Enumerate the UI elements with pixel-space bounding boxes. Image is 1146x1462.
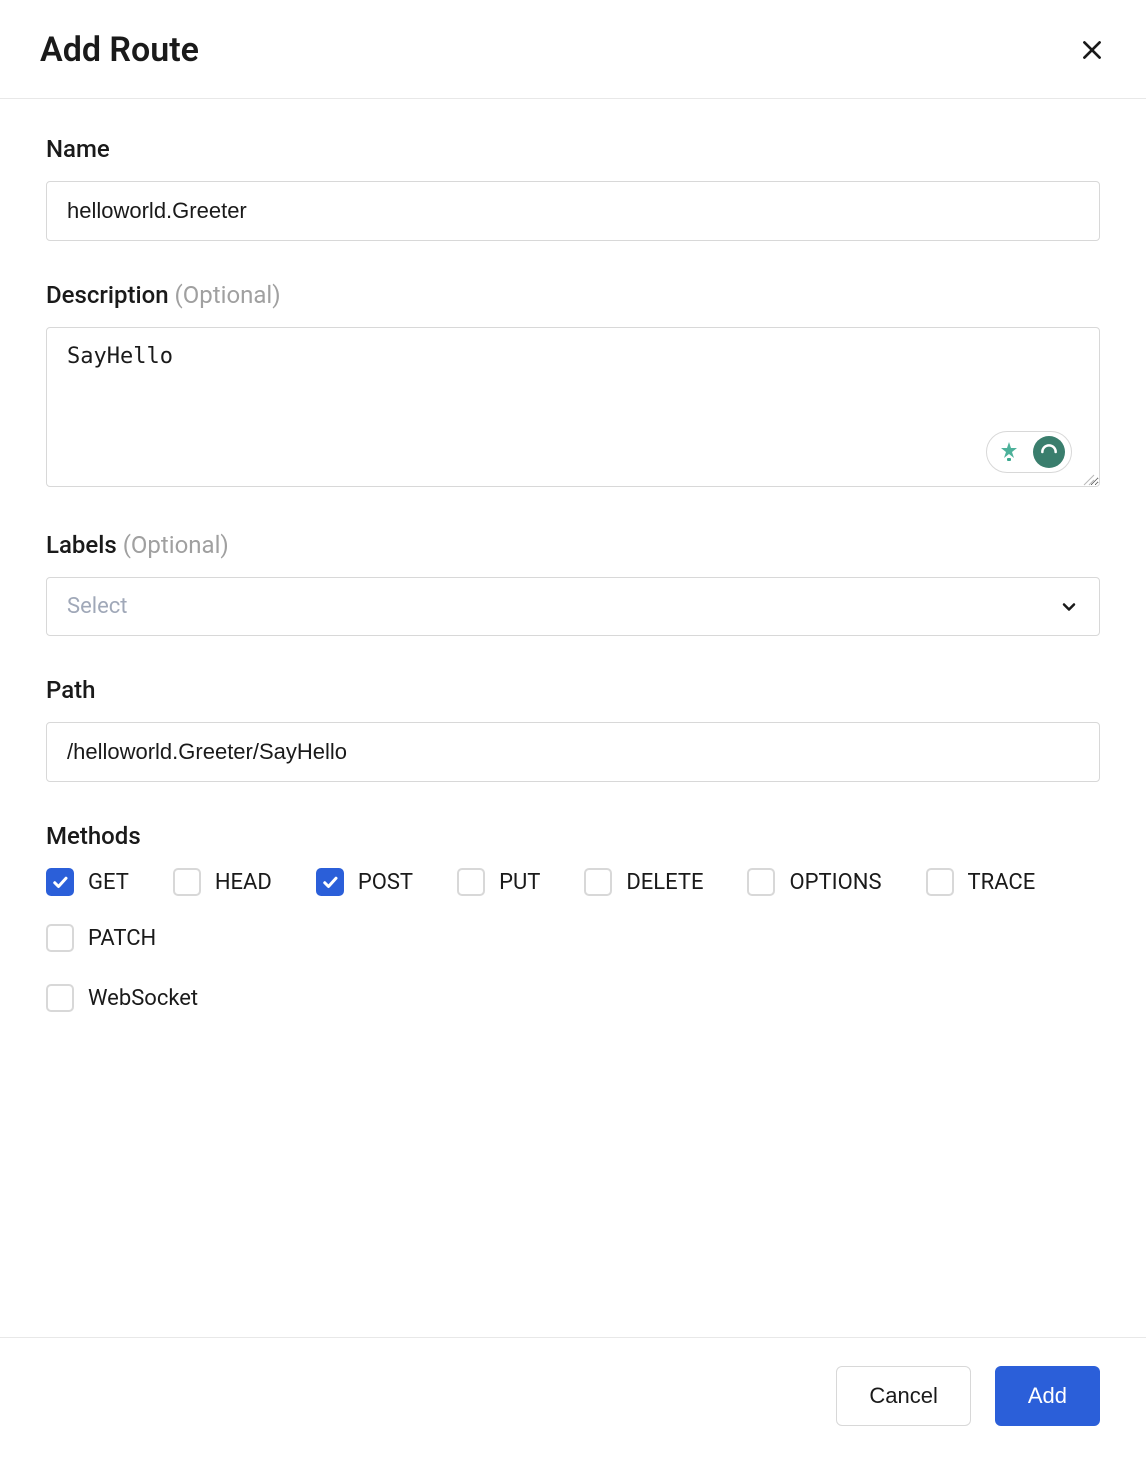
name-label: Name bbox=[46, 135, 1100, 163]
spinner-icon bbox=[1039, 442, 1059, 462]
methods-label: Methods bbox=[46, 822, 1100, 850]
labels-select-placeholder: Select bbox=[67, 594, 127, 619]
dialog-title: Add Route bbox=[40, 30, 199, 70]
chevron-down-icon bbox=[1059, 597, 1079, 617]
method-put-label: PUT bbox=[499, 870, 540, 895]
method-delete-checkbox-item[interactable]: DELETE bbox=[584, 868, 703, 896]
method-put-checkbox-item[interactable]: PUT bbox=[457, 868, 540, 896]
method-delete-label: DELETE bbox=[626, 870, 703, 895]
websocket-checkbox-label: WebSocket bbox=[88, 986, 198, 1011]
method-get-checkbox bbox=[46, 868, 74, 896]
labels-label: Labels (Optional) bbox=[46, 531, 1100, 559]
method-options-checkbox-item[interactable]: OPTIONS bbox=[747, 868, 881, 896]
assist-button[interactable] bbox=[1033, 436, 1065, 468]
lightbulb-icon bbox=[997, 440, 1021, 464]
hint-button[interactable] bbox=[993, 436, 1025, 468]
dialog-footer: Cancel Add bbox=[0, 1337, 1146, 1462]
labels-label-text: Labels bbox=[46, 531, 117, 559]
description-label: Description (Optional) bbox=[46, 281, 1100, 309]
dialog-header: Add Route bbox=[0, 0, 1146, 99]
description-field: Description (Optional) bbox=[46, 281, 1100, 491]
method-options-checkbox bbox=[747, 868, 775, 896]
labels-optional-tag: (Optional) bbox=[123, 531, 229, 559]
method-get-label: GET bbox=[88, 870, 129, 895]
description-textarea-wrapper bbox=[46, 327, 1100, 491]
description-label-text: Description bbox=[46, 281, 169, 309]
path-input[interactable] bbox=[46, 722, 1100, 782]
method-options-label: OPTIONS bbox=[789, 870, 881, 895]
method-trace-checkbox-item[interactable]: TRACE bbox=[926, 868, 1036, 896]
labels-field: Labels (Optional) Select bbox=[46, 531, 1100, 636]
cancel-button[interactable]: Cancel bbox=[836, 1366, 970, 1426]
labels-select[interactable]: Select bbox=[46, 577, 1100, 636]
method-delete-checkbox bbox=[584, 868, 612, 896]
method-put-checkbox bbox=[457, 868, 485, 896]
method-patch-checkbox bbox=[46, 924, 74, 952]
textarea-tools-pill bbox=[986, 431, 1072, 473]
methods-row: GET HEAD POST PUT DELETE OPTIONS TRACE PATCH bbox=[46, 868, 1100, 952]
method-trace-checkbox bbox=[926, 868, 954, 896]
name-input[interactable] bbox=[46, 181, 1100, 241]
method-post-checkbox bbox=[316, 868, 344, 896]
description-optional-tag: (Optional) bbox=[175, 281, 281, 309]
add-button[interactable]: Add bbox=[995, 1366, 1100, 1426]
description-textarea[interactable] bbox=[46, 327, 1100, 487]
method-head-label: HEAD bbox=[215, 870, 272, 895]
add-route-dialog: Add Route Name Description (Optional) bbox=[0, 0, 1146, 1462]
websocket-checkbox-item[interactable]: WebSocket bbox=[46, 984, 198, 1012]
method-post-checkbox-item[interactable]: POST bbox=[316, 868, 413, 896]
close-button[interactable] bbox=[1078, 36, 1106, 64]
method-trace-label: TRACE bbox=[968, 870, 1036, 895]
websocket-row: WebSocket bbox=[46, 984, 1100, 1012]
method-post-label: POST bbox=[358, 870, 413, 895]
method-head-checkbox-item[interactable]: HEAD bbox=[173, 868, 272, 896]
path-field: Path bbox=[46, 676, 1100, 782]
method-get-checkbox-item[interactable]: GET bbox=[46, 868, 129, 896]
method-head-checkbox bbox=[173, 868, 201, 896]
method-patch-checkbox-item[interactable]: PATCH bbox=[46, 924, 156, 952]
path-label: Path bbox=[46, 676, 1100, 704]
method-patch-label: PATCH bbox=[88, 926, 156, 951]
dialog-body: Name Description (Optional) bbox=[0, 99, 1146, 1337]
close-icon bbox=[1079, 37, 1105, 63]
websocket-checkbox bbox=[46, 984, 74, 1012]
methods-field: Methods GET HEAD POST PUT DELETE OPTIONS TRACE… bbox=[46, 822, 1100, 1012]
name-field: Name bbox=[46, 135, 1100, 241]
